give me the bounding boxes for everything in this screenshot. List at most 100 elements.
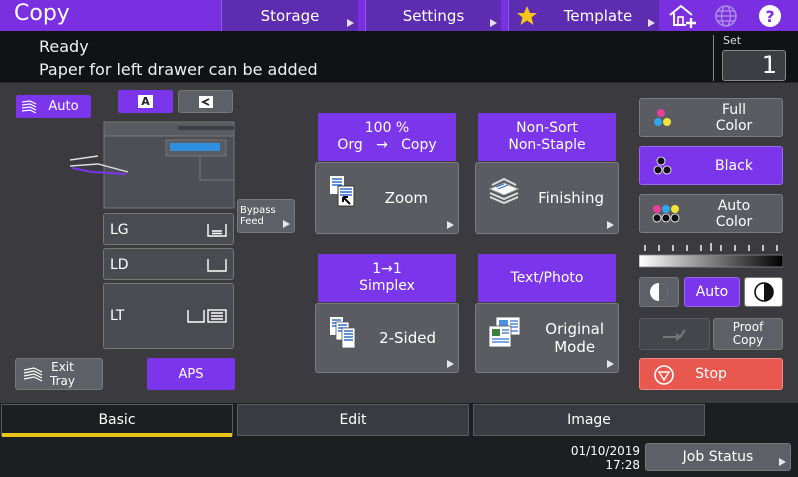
storage-button[interactable]: Storage <box>221 0 358 31</box>
drawer-2-button[interactable]: LD <box>103 248 234 280</box>
density-auto-label: Auto <box>695 284 729 300</box>
expand-icon <box>607 221 614 229</box>
expand-icon <box>490 19 497 27</box>
auto-color-button[interactable]: Auto Color <box>639 194 783 233</box>
full-color-button[interactable]: Full Color <box>639 98 783 137</box>
job-status-button[interactable]: Job Status <box>645 443 791 471</box>
expand-icon <box>447 360 454 368</box>
density-scale <box>639 243 783 268</box>
settings-button[interactable]: Settings <box>365 0 501 31</box>
expand-icon <box>779 458 786 466</box>
density-darker-button[interactable] <box>744 277 783 307</box>
two-sided-icon <box>330 317 356 349</box>
orientation-landscape-button[interactable] <box>178 90 233 113</box>
auto-color-label: Auto Color <box>715 197 753 230</box>
help-icon: ? <box>759 5 781 27</box>
datetime: 01/10/2019 17:28 <box>520 444 640 472</box>
zoom-button[interactable]: Zoom <box>315 162 459 234</box>
help-button[interactable]: ? <box>757 3 783 29</box>
finishing-icon <box>488 177 520 205</box>
finishing-button[interactable]: Finishing <box>475 162 619 234</box>
globe-icon <box>715 5 737 27</box>
set-label: Set <box>723 34 742 47</box>
star-icon <box>517 6 537 25</box>
orientation-a-icon: A <box>138 95 153 108</box>
two-sided-label: 2-Sided <box>379 329 436 347</box>
job-status-label: Job Status <box>682 449 754 465</box>
template-button[interactable]: Template <box>508 0 659 31</box>
finishing-label: Finishing <box>538 189 604 207</box>
paper-level-icon <box>207 224 227 237</box>
original-mode-button[interactable]: Original Mode <box>475 303 619 373</box>
orientation-landscape-icon <box>198 95 213 108</box>
proof-copy-label: Proof Copy <box>732 320 764 347</box>
aps-label: APS <box>178 366 204 382</box>
exit-tray-icon <box>23 367 43 382</box>
original-mode-status: Text/Photo <box>478 254 616 302</box>
drawer-size-label: LT <box>110 308 125 324</box>
expand-icon <box>648 19 655 27</box>
orientation-portrait-button[interactable]: A <box>118 90 173 113</box>
storage-label: Storage <box>260 6 320 25</box>
exit-tray-button[interactable]: Exit Tray <box>15 358 103 390</box>
full-color-icon <box>654 109 671 126</box>
paper-level-icon <box>187 309 227 323</box>
zoom-label: Zoom <box>384 189 428 207</box>
drawer-1-button[interactable]: LG <box>103 213 234 245</box>
bypass-feed-button[interactable]: Bypass Feed <box>237 199 295 233</box>
zoom-status: 100 % Org → Copy <box>318 113 456 161</box>
black-label: Black <box>715 157 753 174</box>
tab-image-label: Image <box>567 412 611 428</box>
time: 17:28 <box>605 458 640 472</box>
stop-label: Stop <box>695 366 727 382</box>
auto-color-icon <box>652 205 680 223</box>
original-mode-label: Original Mode <box>545 320 604 356</box>
lighter-icon <box>650 283 668 301</box>
language-button[interactable] <box>713 3 739 29</box>
tab-image[interactable]: Image <box>473 404 705 436</box>
black-icon <box>653 156 672 175</box>
home-add-icon <box>669 4 696 28</box>
aps-button[interactable]: APS <box>147 358 235 390</box>
darker-icon <box>753 282 774 302</box>
paper-empty-icon <box>207 259 227 272</box>
date: 01/10/2019 <box>570 444 640 458</box>
stop-icon <box>654 365 674 385</box>
expand-icon <box>447 221 454 229</box>
svg-text:?: ? <box>765 7 774 26</box>
density-lighter-button[interactable] <box>639 277 679 307</box>
template-label: Template <box>563 6 633 25</box>
status-ready: Ready <box>39 37 89 56</box>
density-auto-button[interactable]: Auto <box>684 277 740 307</box>
expand-icon <box>347 19 354 27</box>
tab-edit[interactable]: Edit <box>237 404 469 436</box>
auto-label: Auto <box>48 99 79 114</box>
black-button[interactable]: Black <box>639 146 783 185</box>
interrupt-button[interactable] <box>639 318 710 350</box>
finishing-status: Non-Sort Non-Staple <box>478 113 616 161</box>
two-sided-button[interactable]: 2-Sided <box>315 303 459 373</box>
zoom-mapping: Org → Copy <box>337 137 437 153</box>
interrupt-icon <box>662 329 686 341</box>
divider <box>713 35 714 81</box>
app-title: Copy <box>14 1 70 26</box>
original-stack-icon <box>21 100 37 113</box>
expand-icon <box>283 220 290 228</box>
zoom-icon <box>330 176 355 207</box>
tab-edit-label: Edit <box>339 412 367 428</box>
tab-basic-label: Basic <box>98 412 136 428</box>
drawer-size-label: LD <box>110 257 129 273</box>
expand-icon <box>607 360 614 368</box>
bypass-label: Bypass Feed <box>240 205 276 227</box>
duplex-status: 1→1 Simplex <box>318 254 456 302</box>
home-register-button[interactable] <box>666 2 700 29</box>
settings-label: Settings <box>402 6 465 25</box>
copy-count-field[interactable]: 1 <box>722 50 786 81</box>
auto-original-button[interactable]: Auto <box>16 95 91 118</box>
tab-basic[interactable]: Basic <box>1 404 233 436</box>
drawer-3-button[interactable]: LT <box>103 283 234 349</box>
stop-button[interactable]: Stop <box>639 358 783 390</box>
original-mode-icon <box>488 316 521 348</box>
zoom-ratio: 100 % <box>364 120 410 136</box>
proof-copy-button[interactable]: Proof Copy <box>713 318 783 350</box>
